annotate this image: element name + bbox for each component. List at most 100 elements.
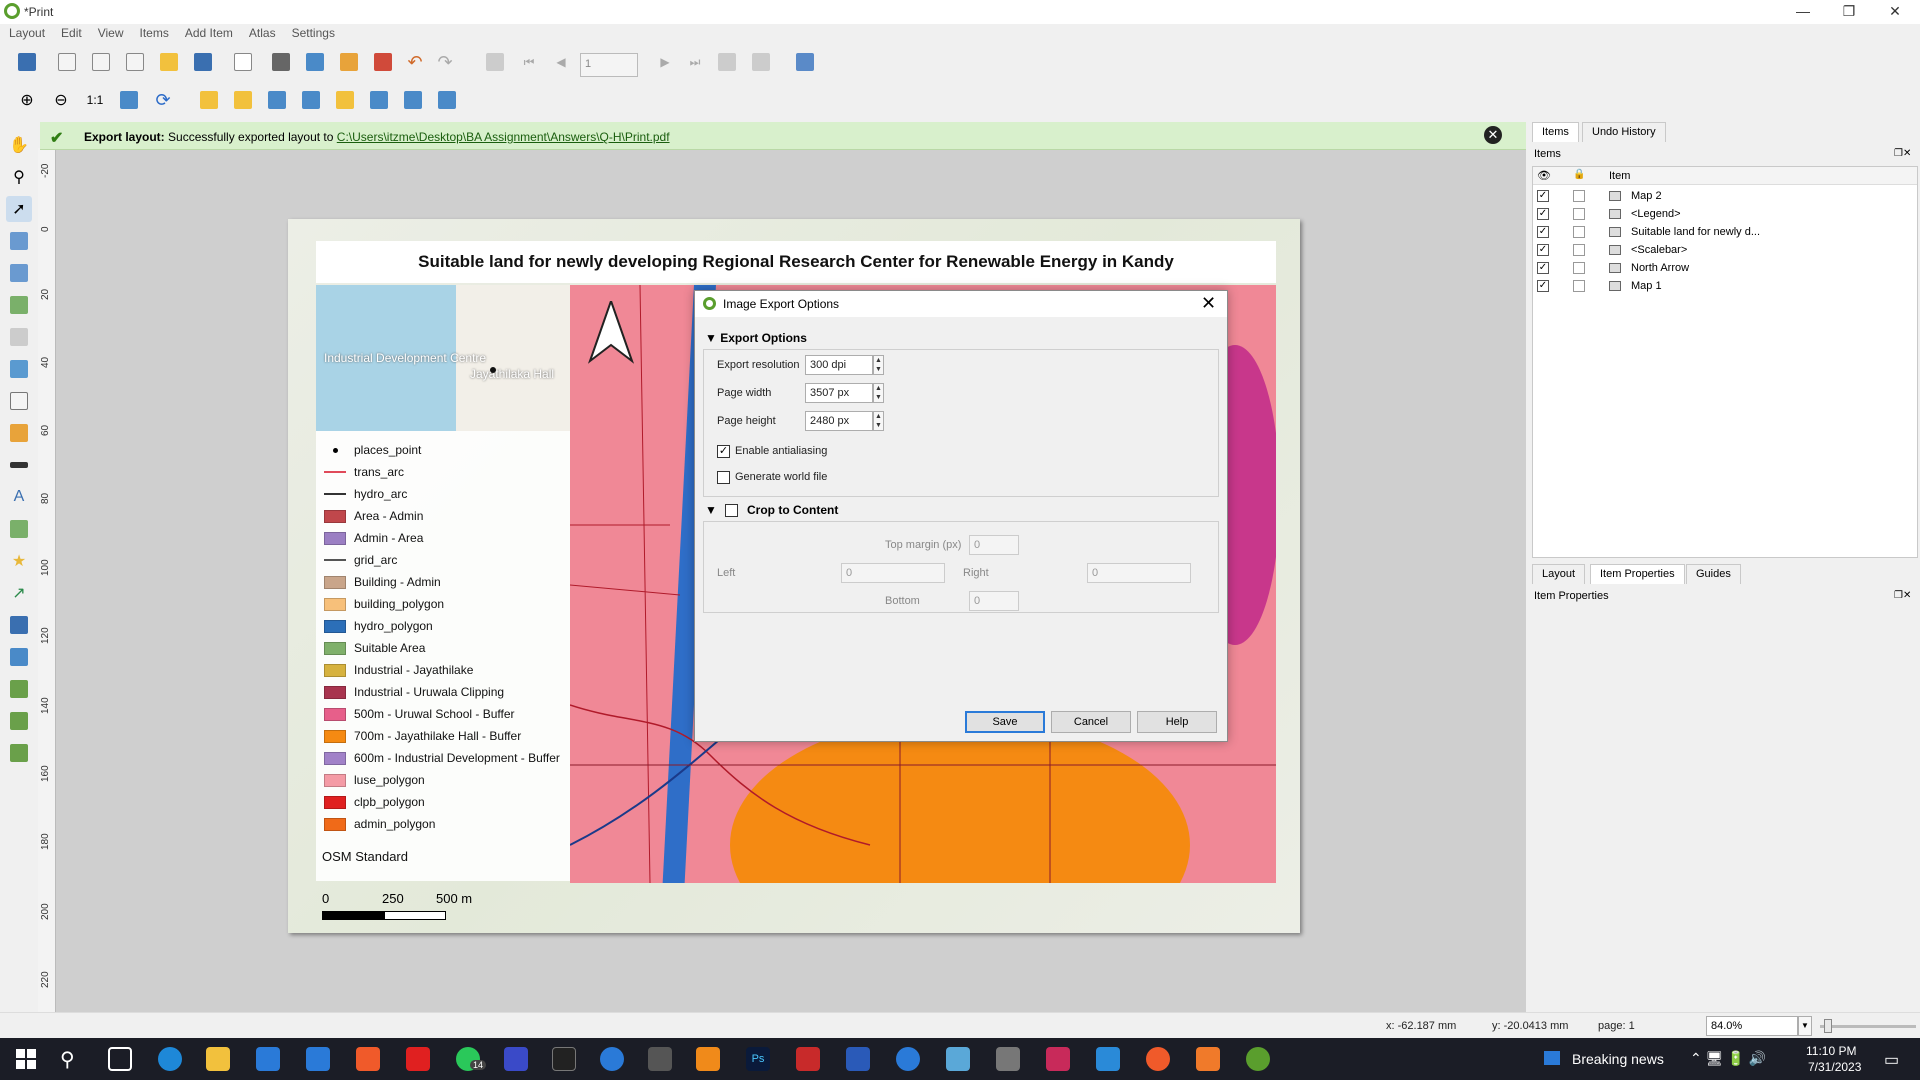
add-3d-map-icon[interactable]	[6, 324, 32, 350]
news-icon[interactable]	[1544, 1051, 1560, 1065]
vlc-icon[interactable]	[696, 1047, 720, 1071]
close-button[interactable]: ✕	[1872, 0, 1918, 24]
task-view-icon[interactable]	[108, 1047, 132, 1071]
lock-checkbox[interactable]	[1573, 190, 1585, 202]
map-title-label[interactable]: Suitable land for newly developing Regio…	[316, 241, 1276, 283]
north-arrow-icon[interactable]	[588, 301, 634, 365]
clock-time[interactable]: 11:10 PM	[1806, 1044, 1856, 1058]
page-height-input[interactable]: 2480 px	[805, 411, 873, 431]
menu-items[interactable]: Items	[131, 24, 176, 40]
add-polyline-icon[interactable]	[6, 612, 32, 638]
tab-items[interactable]: Items	[1532, 122, 1579, 142]
items-list-row[interactable]: ✓ <Scalebar>	[1533, 241, 1917, 259]
export-atlas-icon[interactable]	[748, 49, 774, 75]
page-height-spin-icon[interactable]: ▲ ▼	[873, 411, 884, 431]
report-icon[interactable]	[792, 49, 818, 75]
refresh-icon[interactable]: ⟳	[150, 87, 176, 113]
collapse-triangle-icon[interactable]: ▼	[705, 503, 717, 517]
first-feature-icon[interactable]: ⏮	[516, 49, 542, 75]
lock-checkbox[interactable]	[1573, 208, 1585, 220]
world-file-checkbox[interactable]	[717, 471, 730, 484]
epic-games-icon[interactable]	[552, 1047, 576, 1071]
zoom-slider-handle[interactable]	[1824, 1019, 1832, 1033]
search-icon[interactable]: ⚲	[60, 1047, 84, 1071]
add-shape-icon[interactable]	[6, 516, 32, 542]
unlock-items-icon[interactable]	[230, 87, 256, 113]
collapse-triangle-icon[interactable]: ▼	[705, 331, 717, 345]
page-setup-icon[interactable]	[230, 49, 256, 75]
menu-settings[interactable]: Settings	[283, 24, 342, 40]
distribute-icon[interactable]	[400, 87, 426, 113]
legend[interactable]: places_point trans_arc hydro_arc Area - Adm…	[316, 431, 570, 881]
export-path-link[interactable]: C:\Users\itzme\Desktop\BA Assignment\Ans…	[337, 130, 670, 144]
notification-icon[interactable]: ▭	[1884, 1050, 1899, 1070]
page-width-input[interactable]: 3507 px	[805, 383, 873, 403]
pan-icon[interactable]: ✋	[6, 132, 32, 158]
mail-icon[interactable]	[306, 1047, 330, 1071]
maximize-button[interactable]: ❐	[1826, 0, 1872, 24]
inset-map[interactable]: Industrial Development Centre Jayathilak…	[316, 285, 570, 431]
crop-header[interactable]: ▼	[705, 503, 717, 517]
app-icon[interactable]	[946, 1047, 970, 1071]
last-feature-icon[interactable]: ⏭	[682, 49, 708, 75]
tab-item-properties[interactable]: Item Properties	[1590, 564, 1685, 584]
add-picture-icon[interactable]	[6, 356, 32, 382]
zoom-tool-icon[interactable]: ⚲	[6, 164, 32, 190]
bottom-margin-input[interactable]: 0	[969, 591, 1019, 611]
ungroup-items-icon[interactable]	[298, 87, 324, 113]
items-list-row[interactable]: ✓ North Arrow	[1533, 259, 1917, 277]
next-feature-icon[interactable]: ▶	[652, 49, 678, 75]
visibility-checkbox[interactable]: ✓	[1537, 244, 1549, 256]
panel-float-close-icon[interactable]: ❐✕	[1894, 148, 1911, 159]
add-scalebar-icon[interactable]	[6, 452, 32, 478]
visibility-checkbox[interactable]: ✓	[1537, 226, 1549, 238]
intellij-icon[interactable]	[1046, 1047, 1070, 1071]
app-icon[interactable]	[648, 1047, 672, 1071]
items-list-row[interactable]: ✓ Map 1	[1533, 277, 1917, 295]
resize-icon[interactable]	[434, 87, 460, 113]
panel-float-close-icon[interactable]: ❐✕	[1894, 590, 1911, 601]
duplicate-layout-icon[interactable]	[88, 49, 114, 75]
save-button[interactable]: Save	[965, 711, 1045, 733]
items-list-row[interactable]: ✓ Map 2	[1533, 187, 1917, 205]
tab-undo-history[interactable]: Undo History	[1582, 122, 1666, 142]
new-layout-icon[interactable]	[54, 49, 80, 75]
app-icon[interactable]	[896, 1047, 920, 1071]
zoom-full-icon[interactable]	[116, 87, 142, 113]
export-image-icon[interactable]	[302, 49, 328, 75]
add-html-icon[interactable]	[6, 644, 32, 670]
scalebar[interactable]: 0 250 500 m	[318, 891, 478, 931]
zoom-out-icon[interactable]: ⊖	[48, 87, 74, 113]
lock-checkbox[interactable]	[1573, 226, 1585, 238]
previous-feature-icon[interactable]: ◀	[548, 49, 574, 75]
acrobat-icon[interactable]	[796, 1047, 820, 1071]
app-icon[interactable]	[1146, 1047, 1170, 1071]
move-content-icon[interactable]	[6, 228, 32, 254]
zoom-dropdown-icon[interactable]: ▼	[1798, 1016, 1812, 1036]
menu-atlas[interactable]: Atlas	[240, 24, 283, 40]
menu-edit[interactable]: Edit	[52, 24, 89, 40]
page-width-spin-icon[interactable]: ▲ ▼	[873, 383, 884, 403]
youtube-icon[interactable]	[406, 1047, 430, 1071]
menu-add-item[interactable]: Add Item	[176, 24, 240, 40]
dialog-close-icon[interactable]: ✕	[1201, 293, 1216, 314]
print-atlas-icon[interactable]	[714, 49, 740, 75]
app-icon[interactable]	[600, 1047, 624, 1071]
vscode-icon[interactable]	[1096, 1047, 1120, 1071]
clock-date[interactable]: 7/31/2023	[1808, 1060, 1861, 1074]
crop-to-content-checkbox[interactable]	[725, 504, 738, 517]
add-marker-icon[interactable]: ★	[6, 548, 32, 574]
left-margin-input[interactable]: 0	[841, 563, 945, 583]
items-list-row[interactable]: ✓ Suitable land for newly d...	[1533, 223, 1917, 241]
news-label[interactable]: Breaking news	[1572, 1051, 1664, 1067]
atlas-settings-icon[interactable]	[482, 49, 508, 75]
photoshop-icon[interactable]: Ps	[746, 1047, 770, 1071]
visibility-checkbox[interactable]: ✓	[1537, 190, 1549, 202]
add-legend-icon[interactable]	[6, 420, 32, 446]
store-icon[interactable]	[256, 1047, 280, 1071]
export-pdf-icon[interactable]	[370, 49, 396, 75]
layout-manager-icon[interactable]	[122, 49, 148, 75]
add-elevation-profile-icon[interactable]	[6, 740, 32, 766]
export-options-header[interactable]: ▼ Export Options	[705, 331, 807, 345]
align-left-icon[interactable]	[366, 87, 392, 113]
